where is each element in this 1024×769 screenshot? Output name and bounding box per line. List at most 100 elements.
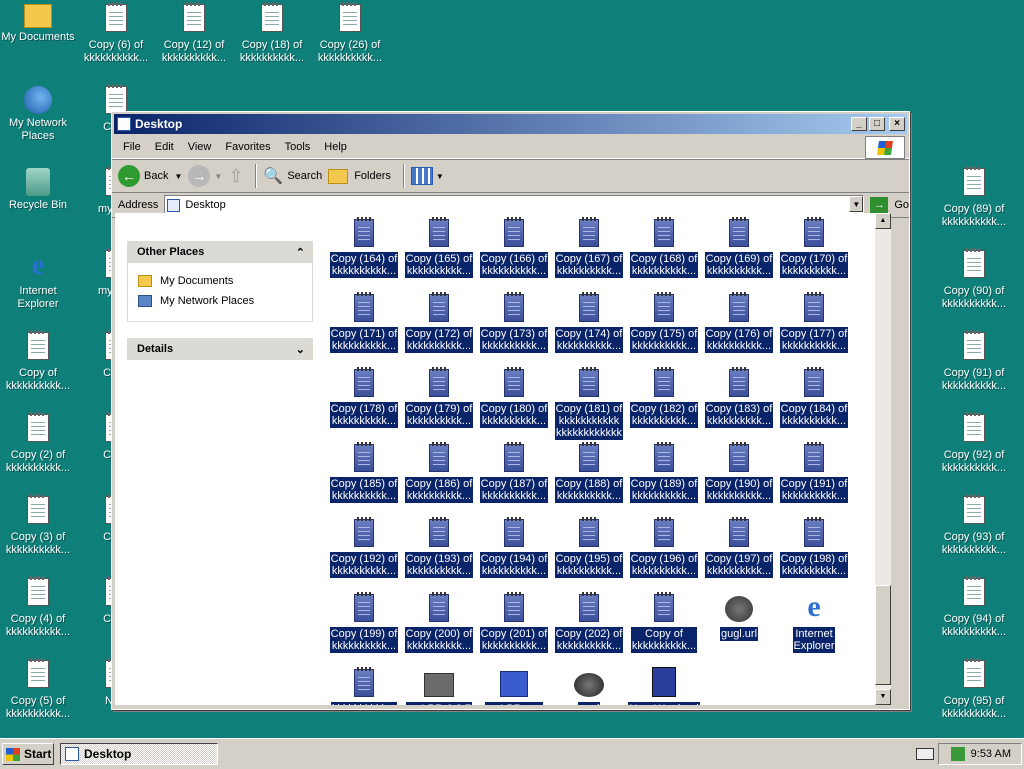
file-item[interactable]: Copy (201) of kkkkkkkkkk... <box>477 590 551 653</box>
file-item[interactable]: Copy (171) of kkkkkkkkkk... <box>327 290 401 353</box>
expand-chevron-icon[interactable]: ⌄ <box>296 343 305 356</box>
back-dropdown-icon[interactable]: ▼ <box>174 172 182 181</box>
file-item[interactable]: Copy (179) of kkkkkkkkkk... <box>402 365 476 428</box>
file-item[interactable]: Copy (197) of kkkkkkkkkk... <box>702 515 776 578</box>
desktop-item[interactable]: My Network Places <box>0 86 76 143</box>
file-item[interactable]: Copy (176) of kkkkkkkkkk... <box>702 290 776 353</box>
file-item[interactable]: Copy (165) of kkkkkkkkkk... <box>402 215 476 278</box>
scroll-up-button[interactable]: ▲ <box>875 213 891 229</box>
back-button[interactable]: ← Back ▼ <box>118 165 182 187</box>
file-item[interactable]: Copy (196) of kkkkkkkkkk... <box>627 515 701 578</box>
desktop-item[interactable]: Copy (3) of kkkkkkkkkk... <box>0 494 76 557</box>
file-item[interactable]: Copy (198) of kkkkkkkkkk... <box>777 515 851 578</box>
desktop-item[interactable]: Recycle Bin <box>0 168 76 212</box>
desktop-item[interactable]: Copy (94) of kkkkkkkkkk... <box>936 576 1012 639</box>
desktop-item[interactable]: Copy (6) of kkkkkkkkkk... <box>78 2 154 65</box>
file-item[interactable]: Copy (169) of kkkkkkkkkk... <box>702 215 776 278</box>
file-item[interactable]: Copy (173) of kkkkkkkkkk... <box>477 290 551 353</box>
desktop-item[interactable]: Copy (4) of kkkkkkkkkk... <box>0 576 76 639</box>
desktop-item[interactable]: Copy (93) of kkkkkkkkkk... <box>936 494 1012 557</box>
file-item[interactable]: Copy (184) of kkkkkkkkkk... <box>777 365 851 428</box>
file-item[interactable]: Copy (200) of kkkkkkkkkk... <box>402 590 476 653</box>
vertical-scrollbar[interactable]: ▲ ▼ <box>875 213 891 705</box>
scroll-down-button[interactable]: ▼ <box>875 689 891 705</box>
file-item[interactable]: Copy (199) of kkkkkkkkkk... <box>327 590 401 653</box>
desktop-item[interactable]: My Documents <box>0 4 76 44</box>
menu-tools[interactable]: Tools <box>278 141 318 153</box>
address-input[interactable]: Desktop ▼ <box>164 195 865 215</box>
views-button[interactable]: ▼ <box>410 167 444 185</box>
other-places-header[interactable]: Other Places ⌃ <box>127 241 313 263</box>
menu-file[interactable]: File <box>116 141 148 153</box>
file-item[interactable]: Copy (168) of kkkkkkkkkk... <box>627 215 701 278</box>
desktop-item[interactable]: Copy (91) of kkkkkkkkkk... <box>936 330 1012 393</box>
file-item[interactable]: Copy (180) of kkkkkkkkkk... <box>477 365 551 428</box>
up-button[interactable]: ⇧ <box>228 166 243 187</box>
address-dropdown-icon[interactable]: ▼ <box>849 196 864 212</box>
file-item[interactable]: Copy (192) of kkkkkkkkkk... <box>327 515 401 578</box>
taskbar-item-desktop[interactable]: Desktop <box>60 743 218 765</box>
menu-favorites[interactable]: Favorites <box>218 141 277 153</box>
file-item[interactable]: Copy (193) of kkkkkkkkkk... <box>402 515 476 578</box>
file-item[interactable]: gugl <box>552 665 626 705</box>
menu-edit[interactable]: Edit <box>148 141 181 153</box>
desktop-item[interactable]: Copy (5) of kkkkkkkkkk... <box>0 658 76 721</box>
file-item[interactable]: Copy (182) of kkkkkkkkkk... <box>627 365 701 428</box>
file-item[interactable]: Copy (194) of kkkkkkkkkk... <box>477 515 551 578</box>
file-item[interactable]: Copy (202) of kkkkkkkkkk... <box>552 590 626 653</box>
desktop-item[interactable]: Copy (95) of kkkkkkkkkk... <box>936 658 1012 721</box>
menu-help[interactable]: Help <box>317 141 354 153</box>
file-item[interactable]: Copy (166) of kkkkkkkkkk... <box>477 215 551 278</box>
keyboard-icon[interactable] <box>916 748 934 760</box>
file-item[interactable]: Copy of kkkkkkkkkk... <box>627 590 701 653</box>
file-item[interactable]: Copy (187) of kkkkkkkkkk... <box>477 440 551 503</box>
desktop-item[interactable]: Copy (2) of kkkkkkkkkk... <box>0 412 76 475</box>
file-item[interactable]: e Internet Explorer <box>777 590 851 653</box>
file-item[interactable]: Copy (191) of kkkkkkkkkk... <box>777 440 851 503</box>
go-button[interactable]: → Go <box>870 197 909 213</box>
file-item[interactable]: Copy (164) of kkkkkkkkkk... <box>327 215 401 278</box>
link-my-documents[interactable]: My Documents <box>138 271 302 291</box>
desktop-item[interactable]: Copy (12) of kkkkkkkkkk... <box>156 2 232 65</box>
file-item[interactable]: Copy (185) of kkkkkkkkkk... <box>327 440 401 503</box>
menu-view[interactable]: View <box>181 141 219 153</box>
desktop-item[interactable]: Copy (89) of kkkkkkkkkk... <box>936 166 1012 229</box>
file-item[interactable]: Copy (190) of kkkkkkkkkk... <box>702 440 776 503</box>
minimize-button[interactable]: _ <box>851 117 867 131</box>
file-item[interactable]: Copy (172) of kkkkkkkkkk... <box>402 290 476 353</box>
file-item[interactable]: kkkkkkkkkk... <box>327 665 401 705</box>
maximize-button[interactable]: □ <box>869 117 885 131</box>
file-item[interactable]: Copy (167) of kkkkkkkkkk... <box>552 215 626 278</box>
folders-button[interactable]: Folders <box>328 168 391 184</box>
collapse-chevron-icon[interactable]: ⌃ <box>296 246 305 259</box>
scroll-thumb[interactable] <box>875 585 891 685</box>
file-item[interactable]: Copy (174) of kkkkkkkkkk... <box>552 290 626 353</box>
link-my-network-places[interactable]: My Network Places <box>138 291 302 311</box>
file-item[interactable]: New Wordpad <box>627 665 701 705</box>
file-item[interactable]: Copy (181) of kkkkkkkkkkk kkkkkkkkkkkk <box>552 365 626 441</box>
file-item[interactable]: Copy (177) of kkkkkkkkkk... <box>777 290 851 353</box>
desktop-item[interactable]: Copy of kkkkkkkkkk... <box>0 330 76 393</box>
tray-app-icon[interactable] <box>950 747 965 761</box>
desktop-item[interactable]: e Internet Explorer <box>0 250 76 311</box>
desktop-item[interactable]: Copy (26) of kkkkkkkkkk... <box>312 2 388 65</box>
forward-button[interactable]: → ▼ <box>188 165 222 187</box>
file-item[interactable]: gugl.url <box>702 590 776 641</box>
details-header[interactable]: Details ⌄ <box>127 338 313 360</box>
desktop-item[interactable]: Copy (92) of kkkkkkkkkk... <box>936 412 1012 475</box>
title-bar[interactable]: Desktop _ □ × <box>114 114 907 134</box>
file-item[interactable]: Copy (178) of kkkkkkkkkk... <box>327 365 401 428</box>
file-item[interactable]: Copy (170) of kkkkkkkkkk... <box>777 215 851 278</box>
search-button[interactable]: 🔍 Search <box>263 166 322 186</box>
file-item[interactable]: Copy (186) of kkkkkkkkkk... <box>402 440 476 503</box>
close-button[interactable]: × <box>889 117 905 131</box>
file-item[interactable]: myLPR-0.2.7 <box>402 665 476 705</box>
desktop-item[interactable]: Copy (18) of kkkkkkkkkk... <box>234 2 310 65</box>
file-item[interactable]: Copy (189) of kkkkkkkkkk... <box>627 440 701 503</box>
start-button[interactable]: Start <box>2 743 54 765</box>
desktop-item[interactable]: Copy (90) of kkkkkkkkkk... <box>936 248 1012 311</box>
file-item[interactable]: Copy (183) of kkkkkkkkkk... <box>702 365 776 428</box>
file-item[interactable]: Copy (188) of kkkkkkkkkk... <box>552 440 626 503</box>
file-item[interactable]: Copy (175) of kkkkkkkkkk... <box>627 290 701 353</box>
file-item[interactable]: myLPR.exe <box>477 665 551 705</box>
